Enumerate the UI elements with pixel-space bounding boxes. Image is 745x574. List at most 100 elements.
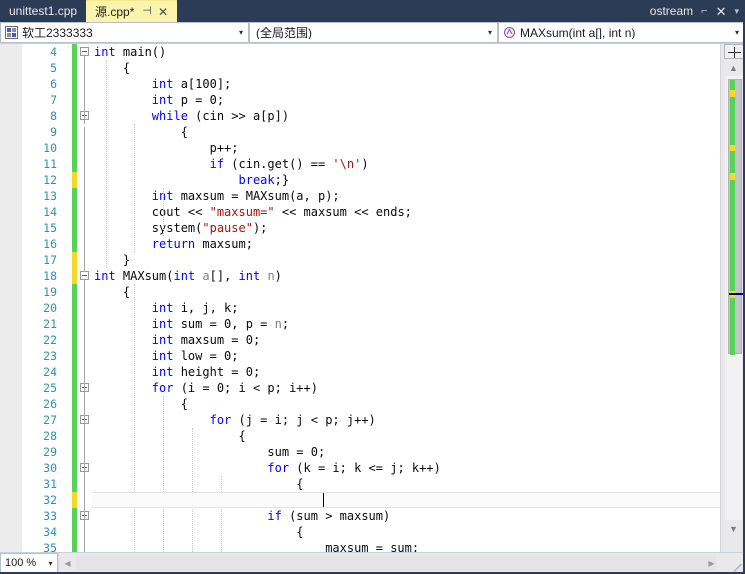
scrollbar-change-marker: [730, 97, 735, 145]
indent-guide: [134, 284, 136, 552]
fold-toggle-icon[interactable]: [80, 271, 89, 280]
horizontal-scroll-thumb[interactable]: [76, 556, 716, 571]
code-line: break;}: [92, 172, 720, 188]
project-icon: [4, 26, 18, 40]
code-line: int MAXsum(int a[], int n): [92, 268, 720, 284]
code-token: '\n': [332, 157, 362, 171]
chevron-down-icon[interactable]: ▾: [234, 28, 248, 37]
close-icon[interactable]: ✕: [716, 5, 727, 18]
code-folding-margin[interactable]: [78, 44, 92, 552]
indent-guide: [163, 396, 165, 552]
change-marker: [72, 508, 77, 524]
member-combo[interactable]: MAXsum(int a[], int n) ▾: [498, 22, 745, 43]
chevron-down-icon[interactable]: ▾: [734, 6, 739, 16]
code-token: ;}: [274, 173, 290, 187]
code-token: sum = 0;: [267, 445, 326, 459]
scroll-left-arrow[interactable]: ◀: [60, 555, 75, 571]
code-line: p++;: [92, 140, 720, 156]
change-marker: [72, 92, 77, 108]
indent-guide: [192, 428, 194, 552]
code-token: {: [238, 429, 246, 443]
fold-structure-line: [84, 238, 85, 272]
change-marker: [72, 108, 77, 124]
pin-icon[interactable]: ⊣: [142, 6, 152, 17]
zoom-level-value: 100 %: [5, 557, 37, 569]
scrollbar-change-marker: [730, 180, 735, 291]
code-line: int maxsum = 0;: [92, 332, 720, 348]
preview-tab-label[interactable]: ostream: [650, 4, 693, 18]
code-line: }: [92, 252, 720, 268]
scrollbar-change-marker: [730, 151, 735, 174]
code-token: for: [209, 413, 232, 427]
chevron-down-icon[interactable]: ▾: [730, 28, 744, 37]
resize-grip[interactable]: [720, 553, 745, 574]
change-marker: [72, 348, 77, 364]
line-number: 28: [43, 429, 57, 443]
vertical-scroll-thumb[interactable]: [728, 79, 745, 355]
change-marker: [72, 332, 77, 348]
horizontal-scrollbar[interactable]: ◀ ▶: [58, 553, 720, 574]
indent-guide: [163, 188, 165, 236]
code-token: {: [122, 285, 131, 299]
scroll-down-arrow[interactable]: ▼: [725, 521, 742, 536]
code-line: {: [92, 124, 720, 140]
code-line: int low = 0;: [92, 348, 720, 364]
line-number: 18: [43, 269, 57, 283]
code-text-area[interactable]: int main() { int a[100]; int p = 0; whil…: [92, 44, 720, 552]
vertical-scrollbar[interactable]: ▲ ▼: [720, 44, 745, 552]
code-token: );: [252, 221, 268, 235]
change-marker: [72, 524, 77, 540]
code-token: int: [94, 269, 116, 283]
code-token: {: [296, 525, 304, 539]
tab-bar-right-controls: ostream ⌐ ✕ ▾: [650, 0, 745, 22]
code-line: int maxsum = MAXsum(a, p);: [92, 188, 720, 204]
tab-unittest1-cpp[interactable]: unittest1.cpp: [0, 0, 86, 22]
code-token: {: [180, 125, 188, 139]
code-token: cout <<: [151, 205, 210, 219]
code-token: ): [361, 157, 369, 171]
project-combo-value: 软工2333333: [22, 26, 93, 39]
line-number: 23: [43, 349, 57, 363]
change-marker: [72, 44, 77, 60]
code-token: (sum > maxsum): [281, 509, 391, 523]
code-token: int: [238, 269, 261, 283]
line-number: 12: [43, 173, 57, 187]
line-number: 29: [43, 445, 57, 459]
scroll-up-arrow[interactable]: ▲: [725, 60, 742, 75]
code-line: int a[100];: [92, 76, 720, 92]
close-icon[interactable]: ✕: [158, 6, 168, 18]
scope-combo[interactable]: (全局范围) ▾: [249, 22, 498, 43]
code-token: for: [151, 381, 174, 395]
tab-bar-spacer: [177, 0, 650, 22]
code-editor[interactable]: 4 5 6 7 8 9 10 11 12 13 14 15 16 17 18 19 20 21 22 23 24 25 26…: [0, 44, 745, 552]
code-token: break: [238, 173, 275, 187]
tab-yuan-cpp[interactable]: 源.cpp* ⊣ ✕: [86, 0, 178, 22]
visual-studio-editor-window: unittest1.cpp 源.cpp* ⊣ ✕ ostream ⌐ ✕ ▾ 软…: [0, 0, 745, 574]
vertical-scroll-track[interactable]: [725, 76, 745, 520]
line-number: 25: [43, 381, 57, 395]
code-line: while (cin >> a[p]): [92, 108, 720, 124]
code-token: (cin.get() ==: [224, 157, 333, 171]
selection-margin[interactable]: [0, 44, 22, 552]
fold-toggle-icon[interactable]: [80, 47, 89, 56]
code-token: (i = 0; i < p; i++): [173, 381, 318, 395]
fold-structure-line: [84, 127, 85, 239]
line-number: 30: [43, 461, 57, 475]
code-token: p = 0;: [173, 93, 225, 107]
code-line: {: [92, 60, 720, 76]
scroll-right-arrow[interactable]: ▶: [704, 555, 719, 571]
line-number: 16: [43, 237, 57, 251]
split-view-icon[interactable]: [724, 44, 744, 59]
line-number: 15: [43, 221, 57, 235]
zoom-level-combo[interactable]: 100 % ▾: [0, 553, 58, 574]
line-number: 19: [43, 285, 57, 299]
change-marker: [72, 252, 77, 268]
scrollbar-change-marker: [730, 173, 735, 180]
scrollbar-change-marker: [730, 80, 735, 90]
chevron-down-icon[interactable]: ▾: [483, 28, 497, 37]
code-token: int: [151, 333, 174, 347]
code-token: sum = 0, p =: [173, 317, 275, 331]
pin-icon[interactable]: ⌐: [701, 5, 707, 17]
chevron-down-icon[interactable]: ▾: [44, 559, 57, 568]
project-combo[interactable]: 软工2333333 ▾: [0, 22, 249, 43]
